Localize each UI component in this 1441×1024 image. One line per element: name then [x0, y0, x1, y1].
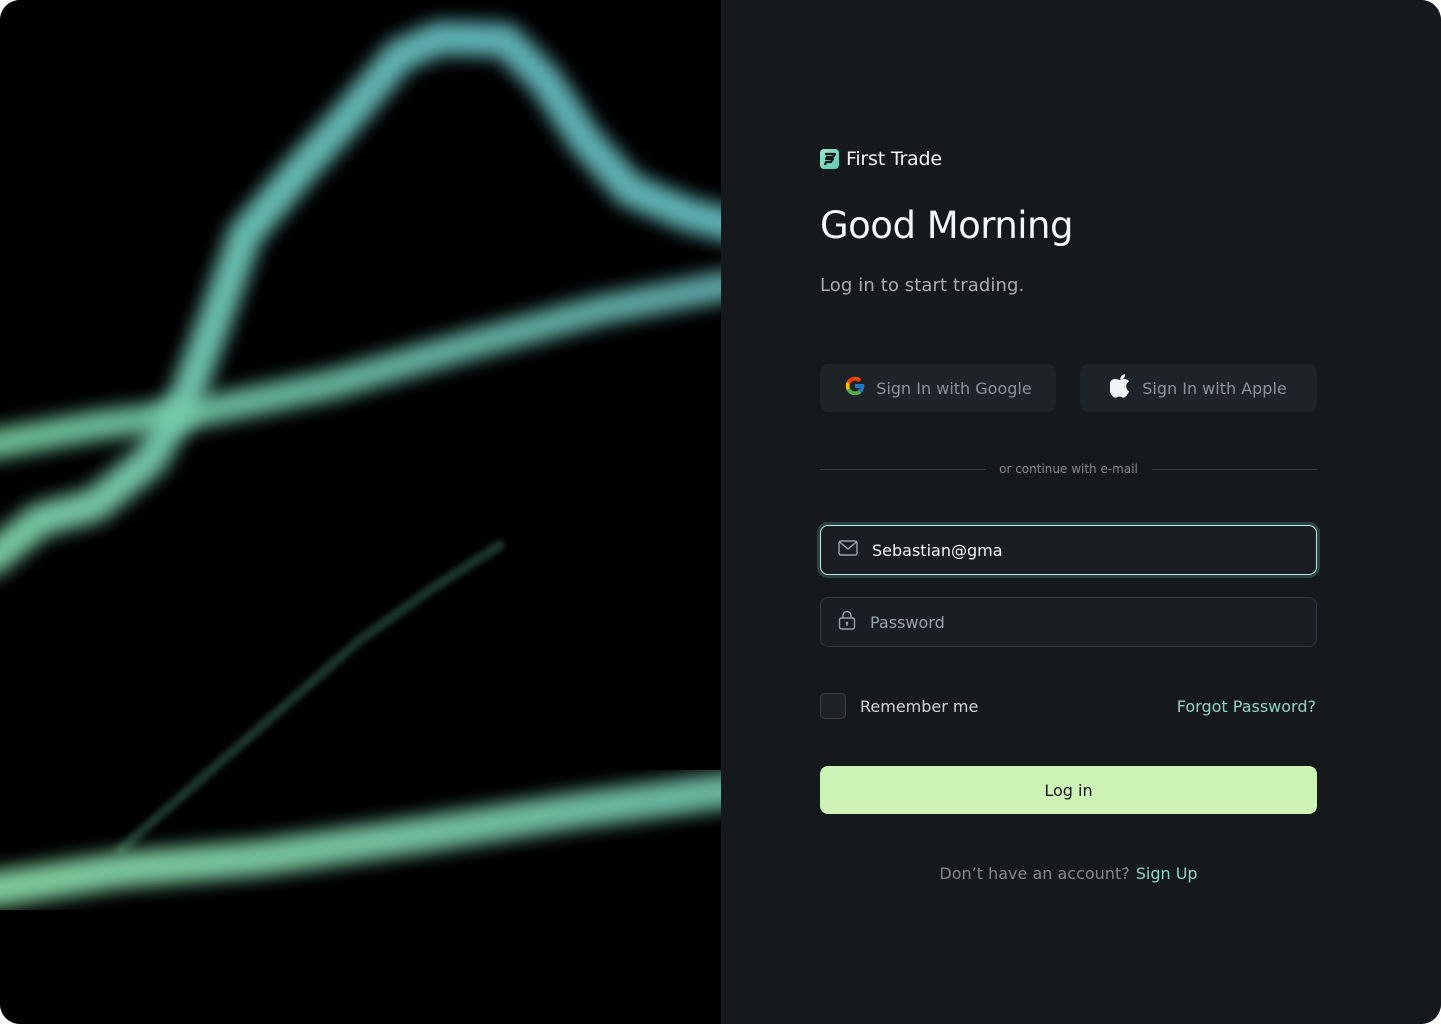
password-field[interactable] — [820, 597, 1317, 647]
apple-signin-button[interactable]: Sign In with Apple — [1080, 364, 1317, 412]
signup-prompt: Don’t have an account? Sign Up — [820, 864, 1317, 883]
lock-icon — [838, 610, 856, 634]
login-screen: First Trade Good Morning Log in to start… — [0, 0, 1441, 1024]
apple-icon — [1109, 374, 1132, 402]
abstract-lines-graphic — [0, 21, 721, 907]
google-signin-label: Sign In with Google — [876, 378, 1032, 398]
forgot-password-link[interactable]: Forgot Password? — [1177, 697, 1316, 716]
divider-line-right — [1152, 469, 1317, 470]
remember-me: Remember me — [820, 693, 978, 719]
brand-name: First Trade — [846, 148, 942, 170]
login-button[interactable]: Log in — [820, 766, 1317, 814]
email-field[interactable] — [820, 525, 1317, 575]
google-icon — [844, 375, 866, 401]
or-divider: or continue with e-mail — [820, 458, 1317, 480]
brand-logo: First Trade — [820, 148, 942, 170]
remember-me-checkbox[interactable] — [820, 693, 846, 719]
password-input[interactable] — [870, 612, 1290, 632]
google-signin-button[interactable]: Sign In with Google — [820, 364, 1056, 412]
mail-icon — [838, 540, 858, 560]
login-panel: First Trade Good Morning Log in to start… — [721, 0, 1441, 1024]
first-trade-logo-icon — [820, 149, 839, 169]
page-subtitle: Log in to start trading. — [820, 275, 1025, 296]
signup-link[interactable]: Sign Up — [1136, 864, 1198, 883]
remember-me-label: Remember me — [860, 696, 979, 716]
signup-question: Don’t have an account? — [939, 864, 1130, 883]
email-input[interactable] — [872, 540, 1292, 560]
hero-artwork — [0, 0, 721, 1024]
apple-signin-label: Sign In with Apple — [1142, 378, 1287, 398]
page-title: Good Morning — [820, 204, 1073, 247]
